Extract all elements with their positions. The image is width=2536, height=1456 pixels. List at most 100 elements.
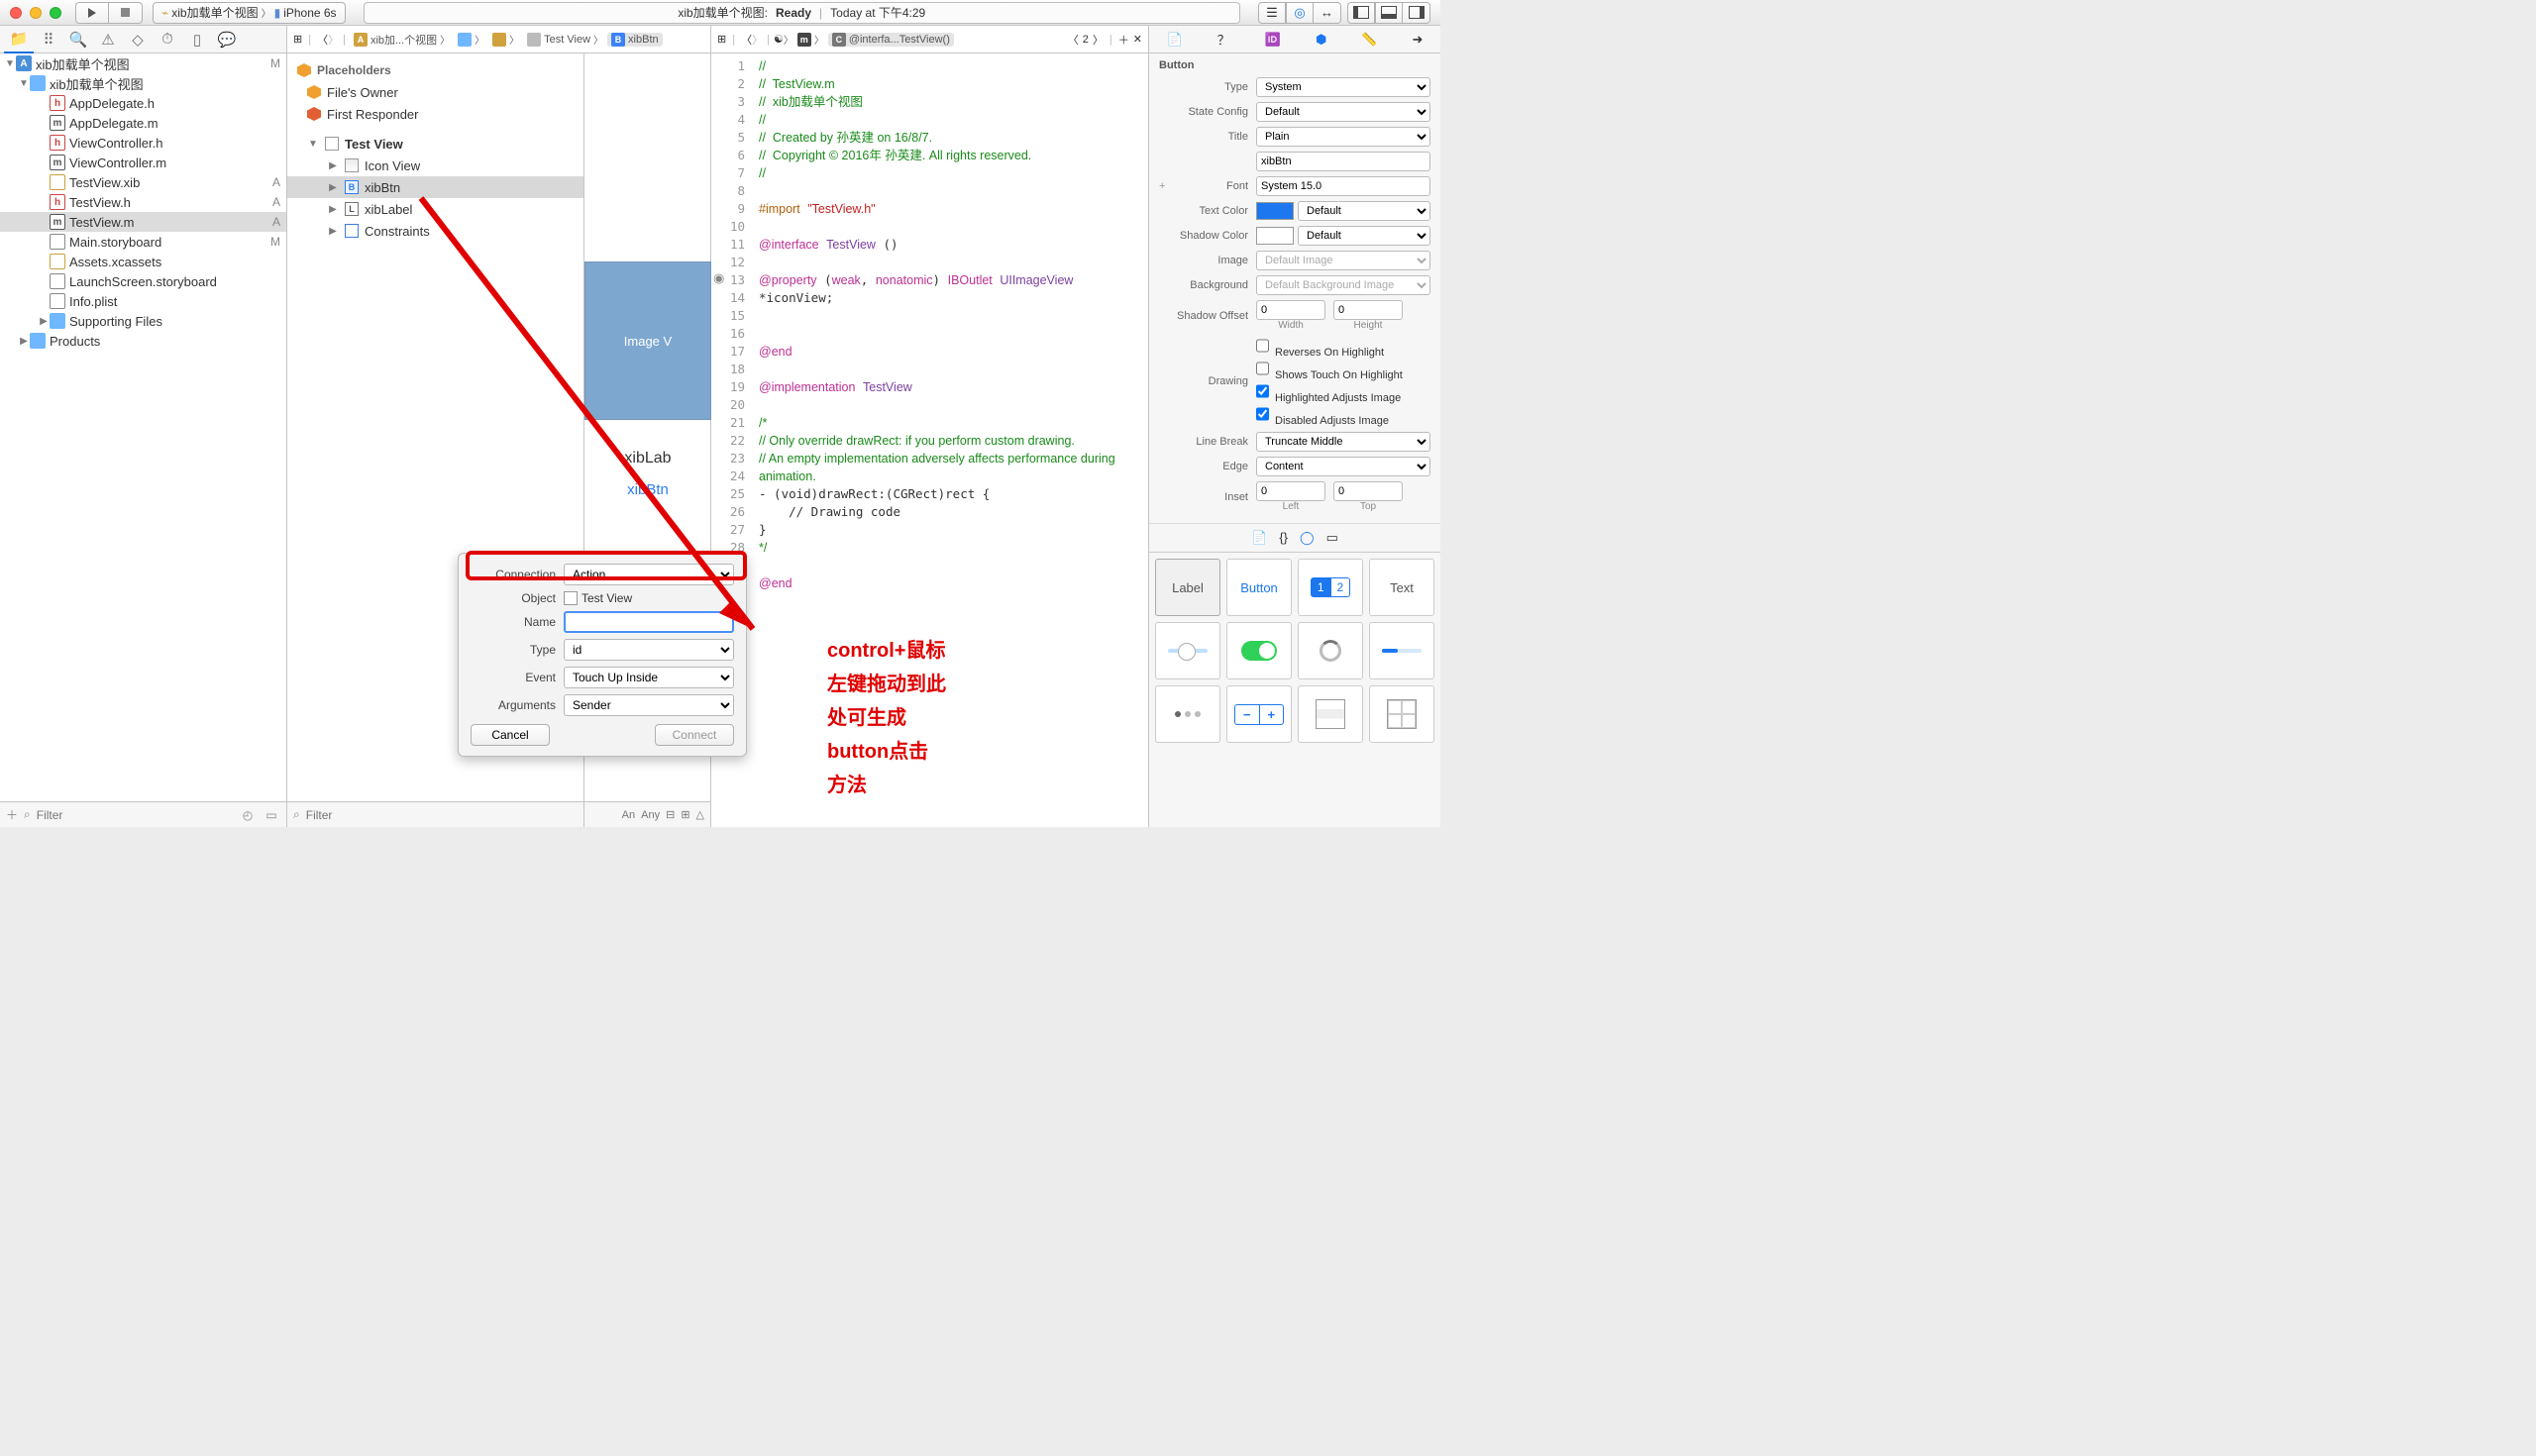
- code-snippet-library-tab[interactable]: {}: [1279, 530, 1288, 546]
- file-row[interactable]: hTestView.hA: [0, 192, 286, 212]
- lib-stepper[interactable]: −+: [1226, 685, 1292, 743]
- outlet-indicator-icon[interactable]: ◉: [713, 270, 724, 286]
- identity-inspector-tab[interactable]: 🆔: [1265, 32, 1281, 48]
- quickhelp-inspector-tab[interactable]: ？: [1217, 30, 1230, 49]
- crumb-project[interactable]: xib加...个视图: [370, 32, 437, 48]
- version-editor-button[interactable]: ↔: [1314, 2, 1341, 24]
- code-body[interactable]: // // TestView.m // xib加载单个视图 // // Crea…: [753, 53, 1148, 827]
- file-row[interactable]: hViewController.h: [0, 133, 286, 153]
- attributes-inspector-tab[interactable]: ⬢: [1316, 32, 1326, 48]
- constraints-row[interactable]: ▶ Constraints: [287, 220, 583, 242]
- edge-select[interactable]: Content: [1256, 457, 1430, 476]
- connection-arguments-select[interactable]: Sender: [564, 694, 734, 716]
- state-config-select[interactable]: Default: [1256, 102, 1430, 122]
- connection-select[interactable]: Action: [564, 564, 734, 585]
- title-mode-select[interactable]: Plain: [1256, 127, 1430, 147]
- recent-filter-button[interactable]: ◴: [239, 806, 257, 824]
- forward-button[interactable]: 〉: [328, 32, 339, 48]
- lib-collection-view[interactable]: [1369, 685, 1434, 743]
- canvas-imageview[interactable]: Image V: [584, 261, 711, 420]
- file-row[interactable]: mAppDelegate.m: [0, 113, 286, 133]
- run-button[interactable]: [75, 2, 109, 24]
- file-row[interactable]: Main.storyboardM: [0, 232, 286, 252]
- zoom-window-button[interactable]: [50, 7, 61, 19]
- issue-navigator-tab[interactable]: ⚠: [93, 26, 123, 53]
- file-inspector-tab[interactable]: 📄: [1167, 32, 1183, 48]
- project-row[interactable]: ▼A xib加载单个视图 M: [0, 53, 286, 73]
- file-row[interactable]: mViewController.m: [0, 153, 286, 172]
- button-title-field[interactable]: [1256, 152, 1430, 171]
- report-navigator-tab[interactable]: 💬: [212, 26, 242, 53]
- align-button[interactable]: ⊟: [666, 808, 675, 821]
- find-navigator-tab[interactable]: 🔍: [63, 26, 93, 53]
- shadow-offset-height-field[interactable]: [1333, 300, 1403, 320]
- file-row[interactable]: mTestView.mA: [0, 212, 286, 232]
- add-font-button[interactable]: +: [1159, 180, 1171, 192]
- test-navigator-tab[interactable]: ◇: [123, 26, 153, 53]
- file-template-library-tab[interactable]: 📄: [1251, 530, 1267, 546]
- lib-switch[interactable]: [1226, 622, 1292, 679]
- file-row[interactable]: TestView.xibA: [0, 172, 286, 192]
- project-navigator-tab[interactable]: 📁: [4, 26, 34, 53]
- connect-button[interactable]: Connect: [655, 724, 734, 746]
- lib-button[interactable]: Button: [1226, 559, 1292, 616]
- reverses-highlight-checkbox[interactable]: [1256, 336, 1269, 356]
- add-assistant-button[interactable]: ＋: [1118, 32, 1129, 48]
- related-items-icon[interactable]: ⊞: [293, 33, 302, 46]
- assistant-editor-button[interactable]: ◎: [1286, 2, 1314, 24]
- lib-label[interactable]: Label: [1155, 559, 1220, 616]
- prev-counterpart-button[interactable]: 〈: [1068, 32, 1079, 48]
- close-window-button[interactable]: [10, 7, 22, 19]
- highlighted-adjusts-checkbox[interactable]: [1256, 381, 1269, 401]
- size-class-any-v[interactable]: Any: [641, 809, 660, 821]
- shadow-color-swatch[interactable]: [1256, 227, 1294, 245]
- related-items-icon-2[interactable]: ⊞: [717, 33, 726, 46]
- media-library-tab[interactable]: ▭: [1326, 530, 1338, 546]
- file-row[interactable]: hAppDelegate.h: [0, 93, 286, 113]
- symbol-navigator-tab[interactable]: ⠿: [34, 26, 63, 53]
- lib-table-view[interactable]: [1298, 685, 1363, 743]
- products-row[interactable]: ▶ Products: [0, 331, 286, 351]
- toggle-inspector-button[interactable]: [1403, 2, 1430, 24]
- font-field[interactable]: [1256, 176, 1430, 196]
- object-library-tab[interactable]: ◯: [1300, 530, 1315, 546]
- text-color-swatch[interactable]: [1256, 202, 1294, 220]
- size-class-any-h[interactable]: An: [622, 809, 635, 821]
- lib-progress[interactable]: [1369, 622, 1434, 679]
- first-responder-row[interactable]: First Responder: [287, 103, 583, 125]
- back-button-2[interactable]: 〈: [741, 32, 752, 48]
- xibbtn-row[interactable]: ▶B xibBtn: [287, 176, 583, 198]
- connection-name-field[interactable]: [564, 611, 734, 633]
- lib-textfield[interactable]: Text: [1369, 559, 1434, 616]
- image-select[interactable]: Default Image: [1256, 251, 1430, 270]
- background-image-select[interactable]: Default Background Image: [1256, 275, 1430, 295]
- disabled-adjusts-checkbox[interactable]: [1256, 404, 1269, 424]
- shows-touch-checkbox[interactable]: [1256, 359, 1269, 378]
- crumb-interface[interactable]: @interfa...TestView(): [849, 34, 950, 46]
- connections-inspector-tab[interactable]: ➜: [1413, 32, 1424, 48]
- test-view-row[interactable]: ▼ Test View: [287, 133, 583, 155]
- group-row[interactable]: ▼ xib加载单个视图: [0, 73, 286, 93]
- minimize-window-button[interactable]: [30, 7, 42, 19]
- forward-button-2[interactable]: 〉: [752, 32, 763, 48]
- button-type-select[interactable]: System: [1256, 77, 1430, 97]
- pin-button[interactable]: ⊞: [681, 808, 689, 821]
- toggle-navigator-button[interactable]: [1347, 2, 1375, 24]
- xiblabel-row[interactable]: ▶L xibLabel: [287, 198, 583, 220]
- shadow-color-select[interactable]: Default: [1298, 226, 1430, 246]
- lib-page-control[interactable]: [1155, 685, 1220, 743]
- connection-event-select[interactable]: Touch Up Inside: [564, 667, 734, 688]
- text-color-select[interactable]: Default: [1298, 201, 1430, 221]
- stop-button[interactable]: [109, 2, 143, 24]
- toggle-debug-button[interactable]: [1375, 2, 1403, 24]
- file-row[interactable]: Assets.xcassets: [0, 252, 286, 271]
- lib-segmented[interactable]: 12: [1298, 559, 1363, 616]
- size-inspector-tab[interactable]: 📏: [1361, 32, 1377, 48]
- debug-navigator-tab[interactable]: ⏱: [153, 26, 182, 53]
- icon-view-row[interactable]: ▶ Icon View: [287, 155, 583, 176]
- close-assistant-button[interactable]: ✕: [1133, 33, 1142, 46]
- connection-type-select[interactable]: id: [564, 639, 734, 661]
- canvas-button[interactable]: xibBtn: [584, 481, 711, 498]
- file-tree[interactable]: ▼A xib加载单个视图 M ▼ xib加载单个视图 hAppDelegate.…: [0, 53, 286, 801]
- jump-bar-right[interactable]: ⊞ | 〈 〉 | ☯〉 m〉 C@interfa...TestView() 〈…: [711, 26, 1149, 52]
